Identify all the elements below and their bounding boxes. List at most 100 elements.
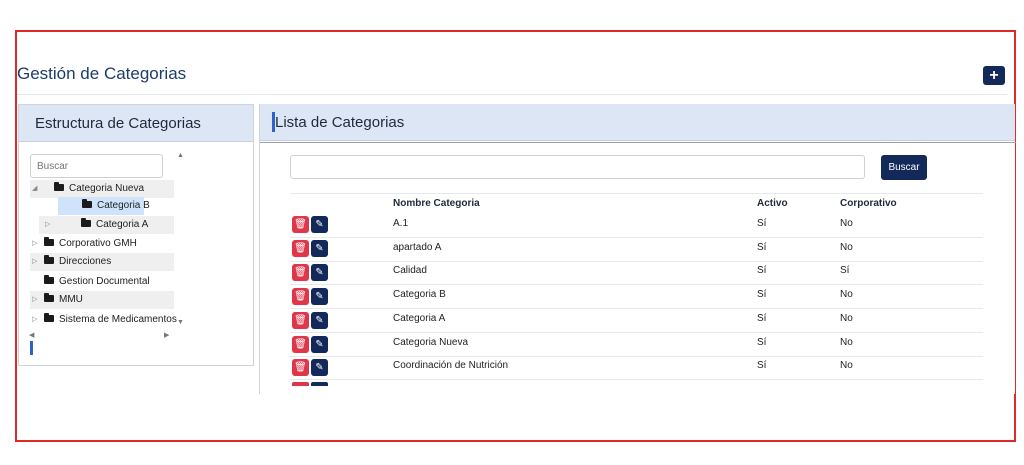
column-header-nombre[interactable]: Nombre Categoria (393, 198, 480, 209)
category-list-panel: Lista de Categorias Buscar Nombre Catego… (259, 104, 1016, 394)
cell-activo: Sí (757, 218, 767, 229)
collapsed-caret-icon[interactable]: ▷ (32, 311, 37, 329)
folder-icon (44, 254, 54, 264)
list-panel-title: Lista de Categorias (275, 114, 405, 131)
tree-node-corporativo-gmh[interactable]: ▷ Corporativo GMH (30, 235, 174, 253)
folder-icon (44, 312, 54, 322)
edit-button[interactable]: ✎ (311, 336, 328, 353)
cell-nombre: Calidad (393, 265, 427, 276)
tree-node-gestion-documental[interactable]: Gestion Documental (30, 273, 174, 291)
delete-button[interactable]: 🗑 (292, 288, 309, 305)
cell-corporativo: No (840, 313, 853, 324)
delete-button[interactable]: 🗑 (292, 264, 309, 281)
trash-icon: 🗑 (294, 267, 307, 278)
pencil-icon: ✎ (315, 291, 324, 302)
folder-icon (54, 181, 64, 191)
edit-button[interactable]: ✎ (311, 359, 328, 376)
category-search-input[interactable] (290, 155, 865, 179)
page-title: Gestión de Categorias (17, 64, 187, 83)
row-divider (290, 308, 983, 309)
cell-corporativo: No (840, 242, 853, 253)
edit-button[interactable]: ✎ (311, 264, 328, 281)
tree-scroll-thumb[interactable] (30, 341, 33, 355)
delete-button[interactable]: 🗑 (292, 312, 309, 329)
tree-node-mmu[interactable]: ▷ MMU (30, 291, 174, 309)
collapsed-caret-icon[interactable]: ▷ (32, 253, 37, 271)
cell-nombre: apartado A (393, 242, 442, 253)
row-divider (290, 261, 983, 262)
trash-icon: 🗑 (294, 243, 307, 254)
pencil-icon: ✎ (315, 219, 324, 230)
tree-node-categoria-nueva[interactable]: ◢ Categoria Nueva (30, 180, 174, 198)
delete-button[interactable]: 🗑 (292, 240, 309, 257)
cell-activo: Sí (757, 313, 767, 324)
tree-scroll-down-arrow[interactable]: ▼ (177, 319, 184, 326)
cell-corporativo: No (840, 218, 853, 229)
trash-icon: 🗑 (294, 362, 307, 373)
tree-scroll-right-arrow[interactable]: ▶ (164, 331, 169, 339)
edit-button[interactable]: ✎ (311, 216, 328, 233)
row-divider (290, 332, 983, 333)
edit-button[interactable]: ✎ (311, 288, 328, 305)
cell-activo: Sí (757, 265, 767, 276)
trash-icon: 🗑 (294, 291, 307, 302)
tree-node-categoria-a[interactable]: ▷ Categoria A (39, 216, 174, 234)
tree-search-input[interactable] (30, 154, 163, 178)
edit-button[interactable]: ✎ (311, 240, 328, 257)
folder-icon (81, 217, 91, 227)
pencil-icon: ✎ (315, 362, 324, 373)
tree-scroll-up-arrow[interactable]: ▲ (177, 152, 184, 159)
delete-button[interactable] (292, 382, 309, 386)
delete-button[interactable]: 🗑 (292, 359, 309, 376)
cell-corporativo: No (840, 360, 853, 371)
cell-corporativo: Sí (840, 265, 850, 276)
list-panel-body: Buscar Nombre Categoria Activo Corporati… (260, 142, 1016, 386)
add-category-button[interactable]: + (983, 66, 1005, 85)
category-tree-panel: Estructura de Categorias ▲ ◢ Categoria N… (18, 104, 254, 366)
pencil-icon: ✎ (315, 267, 324, 278)
search-button[interactable]: Buscar (881, 155, 927, 180)
cell-nombre: Coordinación de Nutrición (393, 360, 509, 371)
delete-button[interactable]: 🗑 (292, 336, 309, 353)
delete-button[interactable]: 🗑 (292, 216, 309, 233)
row-divider (290, 284, 983, 285)
cell-activo: Sí (757, 360, 767, 371)
tree-node-sistema-de-medicamentos[interactable]: ▷ Sistema de Medicamentos (30, 311, 177, 329)
tree-panel-title: Estructura de Categorias (19, 105, 253, 142)
collapsed-caret-icon[interactable]: ▷ (32, 235, 37, 253)
plus-icon: + (989, 67, 999, 84)
pencil-icon: ✎ (315, 339, 324, 350)
edit-button[interactable] (311, 382, 328, 386)
pencil-icon: ✎ (315, 315, 324, 326)
column-header-activo[interactable]: Activo (757, 198, 788, 209)
cell-activo: Sí (757, 337, 767, 348)
collapsed-caret-icon[interactable]: ▷ (32, 291, 37, 309)
trash-icon: 🗑 (294, 315, 307, 326)
tree-node-direcciones[interactable]: ▷ Direcciones (30, 253, 174, 271)
trash-icon: 🗑 (294, 339, 307, 350)
row-divider (290, 356, 983, 357)
cell-nombre: A.1 (393, 218, 409, 229)
cell-activo: Sí (757, 242, 767, 253)
folder-icon (44, 274, 54, 284)
title-divider (17, 94, 1007, 95)
column-header-corporativo[interactable]: Corporativo (840, 198, 897, 209)
edit-button[interactable]: ✎ (311, 312, 328, 329)
accent-bar (272, 112, 275, 132)
row-divider (290, 379, 983, 380)
folder-icon (44, 292, 54, 302)
cell-nombre: Categoria B (393, 289, 446, 300)
row-divider (290, 237, 983, 238)
folder-icon (82, 198, 92, 208)
cell-activo: Sí (757, 289, 767, 300)
tree-node-categoria-b[interactable]: Categoria B (58, 197, 150, 215)
cell-nombre: Categoria Nueva (393, 337, 469, 348)
cell-nombre: Categoria A (393, 313, 446, 324)
expanded-caret-icon[interactable]: ◢ (32, 180, 37, 198)
list-panel-header: Lista de Categorias (260, 104, 1015, 141)
cell-corporativo: No (840, 289, 853, 300)
collapsed-caret-icon[interactable]: ▷ (45, 216, 50, 234)
trash-icon: 🗑 (294, 219, 307, 230)
tree-scroll-left-arrow[interactable]: ◀ (29, 331, 34, 339)
table-divider (290, 193, 983, 194)
